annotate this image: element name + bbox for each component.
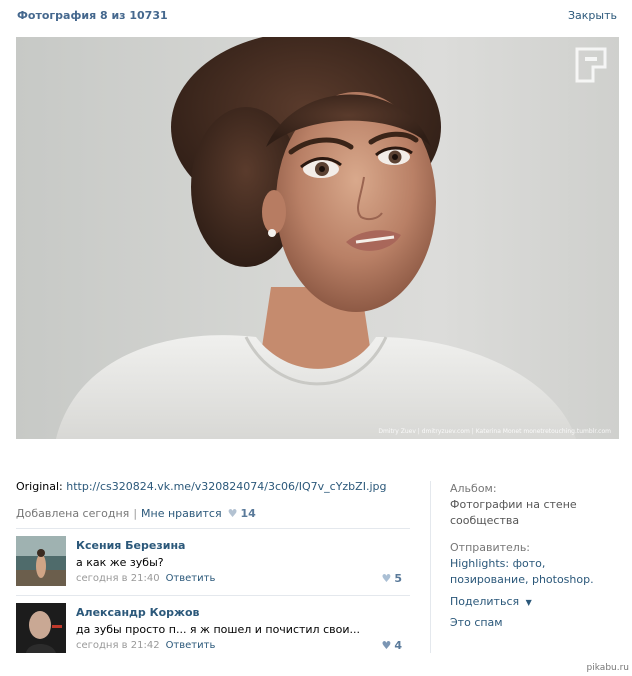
comment-text: да зубы просто п... я ж пошел и почистил…	[76, 623, 360, 636]
chevron-down-icon: ▼	[525, 598, 532, 607]
album-block: Альбом: Фотографии на стене сообщества	[450, 481, 625, 529]
comment-like-count: 4	[394, 639, 402, 652]
comment-meta: сегодня в 21:42 Ответить	[76, 640, 215, 651]
comment-item: Ксения Березина а как же зубы? сегодня в…	[16, 536, 410, 588]
comment-like-button[interactable]: ♥ 4	[381, 639, 402, 652]
comment-author[interactable]: Ксения Березина	[76, 539, 185, 552]
divider	[16, 528, 410, 529]
sender-link[interactable]: Highlights: фото, позирование, photoshop…	[450, 556, 625, 588]
site-watermark: pikabu.ru	[586, 663, 629, 673]
original-url-link[interactable]: http://cs320824.vk.me/v320824074/3c06/IQ…	[66, 480, 386, 493]
comment-time[interactable]: сегодня в 21:42	[76, 640, 160, 651]
comment-meta: сегодня в 21:40 Ответить	[76, 573, 215, 584]
share-label: Поделиться	[450, 595, 520, 608]
divider	[16, 595, 410, 596]
comment-like-count: 5	[394, 572, 402, 585]
share-button[interactable]: Поделиться ▼	[450, 594, 625, 611]
avatar[interactable]	[16, 536, 66, 586]
original-line: Original: http://cs320824.vk.me/v3208240…	[16, 480, 386, 493]
heart-icon: ♥	[381, 639, 392, 652]
album-label: Альбом:	[450, 482, 497, 495]
comment-author[interactable]: Александр Коржов	[76, 606, 200, 619]
report-spam-link[interactable]: Это спам	[450, 615, 625, 631]
comment-time[interactable]: сегодня в 21:40	[76, 573, 160, 584]
comment-item: Александр Коржов да зубы просто п... я ж…	[16, 603, 410, 655]
heart-icon: ♥	[227, 507, 238, 520]
comment-like-button[interactable]: ♥ 5	[381, 572, 402, 585]
photo-watermark: Dmitry Zuev | dmitryzuev.com | Katerina …	[378, 428, 611, 435]
avatar[interactable]	[16, 603, 66, 653]
spam-label: Это спам	[450, 616, 503, 629]
original-label: Original:	[16, 480, 63, 493]
reply-button[interactable]: Ответить	[166, 573, 216, 584]
like-count: 14	[240, 507, 256, 520]
main-photo[interactable]: Dmitry Zuev | dmitryzuev.com | Katerina …	[16, 37, 619, 439]
reply-button[interactable]: Ответить	[166, 640, 216, 651]
photo-counter-title: Фотография 8 из 10731	[17, 9, 168, 22]
column-divider	[430, 481, 431, 653]
photo-meta: Добавлена сегодня | Мне нравится ♥ 14	[16, 507, 256, 520]
like-button[interactable]: Мне нравится	[141, 507, 222, 520]
meta-separator: |	[133, 507, 138, 520]
heart-icon: ♥	[381, 572, 392, 585]
sender-label: Отправитель:	[450, 541, 531, 554]
album-link[interactable]: Фотографии на стене сообщества	[450, 497, 625, 529]
added-date: Добавлена сегодня	[16, 507, 130, 520]
comment-text: а как же зубы?	[76, 556, 164, 569]
close-button[interactable]: Закрыть	[568, 9, 617, 22]
portrait-image	[56, 37, 607, 439]
sender-block: Отправитель: Highlights: фото, позирован…	[450, 540, 625, 588]
